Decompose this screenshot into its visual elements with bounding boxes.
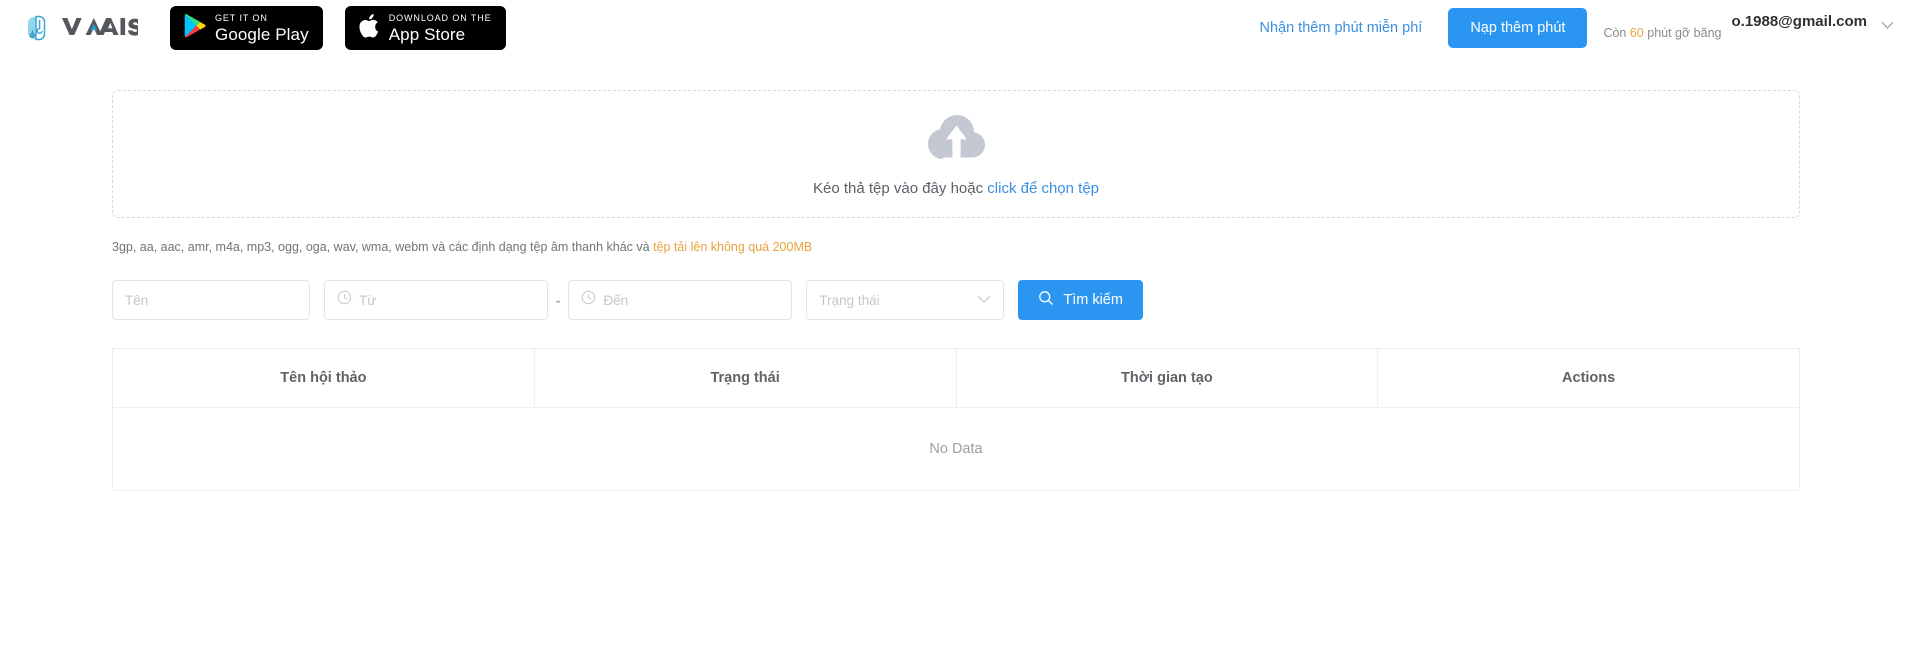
app-store-badge-label: App Store: [388, 24, 466, 44]
file-size-limit: tệp tải lên không quá 200MB: [653, 240, 813, 254]
app-header: GET IT ON Google Play Download on the Ap…: [0, 0, 1912, 56]
clock-icon: [337, 290, 352, 310]
status-filter-select[interactable]: Trạng thái: [806, 280, 1005, 320]
search-name-input[interactable]: [125, 292, 297, 308]
dropzone-prompt: Kéo thả tệp vào đây hoặc click để chọn t…: [813, 180, 1099, 197]
account-menu[interactable]: o.1988@gmail.com: [1731, 13, 1894, 35]
app-store-badge[interactable]: Download on the App Store: [344, 6, 506, 50]
column-header-status: Trạng thái: [535, 349, 957, 407]
conferences-table: Tên hội thảo Trạng thái Thời gian tạo Ac…: [112, 348, 1800, 491]
app-store-badge-small-text: Download on the: [388, 12, 492, 23]
topup-minutes-button[interactable]: Nạp thêm phút: [1448, 8, 1588, 48]
date-to-filter[interactable]: [568, 280, 793, 320]
vais-brain-icon: [22, 11, 56, 45]
status-filter-value: Trạng thái: [819, 292, 880, 308]
date-range-separator: -: [556, 292, 561, 308]
file-format-list: 3gp, aa, aac, amr, m4a, mp3, ogg, oga, w…: [112, 240, 650, 254]
search-button-label: Tìm kiếm: [1063, 292, 1123, 308]
name-filter[interactable]: [112, 280, 310, 320]
chevron-down-icon: [977, 291, 991, 309]
account-email: o.1988@gmail.com: [1731, 13, 1867, 30]
apple-icon: [359, 13, 380, 44]
search-filter-bar: - Trạng thái: [112, 280, 1800, 320]
free-minutes-link[interactable]: Nhận thêm phút miễn phí: [1259, 20, 1422, 36]
column-header-created-time: Thời gian tạo: [957, 349, 1379, 407]
table-empty-state: No Data: [929, 441, 983, 457]
quota-prefix: Còn: [1603, 26, 1627, 40]
file-dropzone[interactable]: Kéo thả tệp vào đây hoặc click để chọn t…: [112, 90, 1800, 218]
main-content: Kéo thả tệp vào đây hoặc click để chọn t…: [0, 90, 1912, 491]
column-header-name: Tên hội thảo: [113, 349, 535, 407]
date-to-input[interactable]: [603, 292, 780, 308]
brand-logo[interactable]: [22, 11, 142, 45]
google-play-badge[interactable]: GET IT ON Google Play: [170, 6, 323, 50]
search-icon: [1038, 290, 1054, 310]
quota-amount: 60: [1629, 26, 1644, 40]
store-badges: GET IT ON Google Play Download on the Ap…: [170, 6, 506, 50]
header-actions: Nhận thêm phút miễn phí Nạp thêm phút Cò…: [1259, 7, 1894, 49]
google-play-badge-label: Google Play: [215, 24, 309, 44]
remaining-minutes-text: Còn 60 phút gỡ băng: [1603, 26, 1721, 40]
google-play-badge-small-text: GET IT ON: [215, 12, 268, 23]
table-header-row: Tên hội thảo Trạng thái Thời gian tạo Ac…: [113, 349, 1799, 408]
cloud-upload-icon: [925, 111, 987, 166]
date-from-input[interactable]: [359, 292, 535, 308]
column-header-actions: Actions: [1562, 370, 1616, 386]
clock-icon: [581, 290, 596, 310]
date-from-filter[interactable]: [324, 280, 548, 320]
vais-wordmark: [60, 13, 142, 44]
quota-suffix: phút gỡ băng: [1647, 26, 1722, 40]
search-button[interactable]: Tìm kiếm: [1018, 280, 1143, 320]
chevron-down-icon: [1881, 17, 1894, 35]
choose-file-link[interactable]: click để chọn tệp: [987, 180, 1099, 197]
dropzone-prompt-text: Kéo thả tệp vào đây hoặc: [812, 180, 984, 197]
file-format-hint: 3gp, aa, aac, amr, m4a, mp3, ogg, oga, w…: [112, 240, 1800, 254]
google-play-icon: [184, 13, 206, 43]
